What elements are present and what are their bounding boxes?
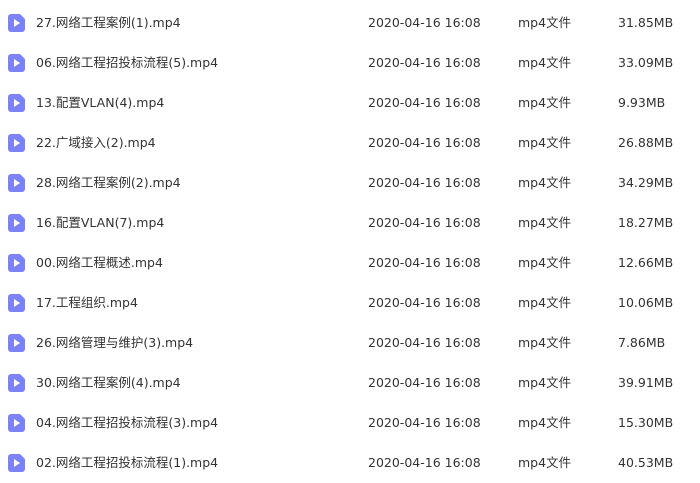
video-file-icon xyxy=(8,334,25,352)
video-file-icon xyxy=(8,214,25,232)
video-file-icon xyxy=(8,94,25,112)
video-file-icon xyxy=(8,254,25,272)
file-name[interactable]: 16.配置VLAN(7).mp4 xyxy=(36,203,164,243)
file-row[interactable]: 27.网络工程案例(1).mp4 2020-04-16 16:08 mp4文件 … xyxy=(0,3,700,43)
file-type: mp4文件 xyxy=(518,215,572,230)
file-size: 33.09MB xyxy=(618,55,674,70)
file-size: 9.93MB xyxy=(618,95,666,110)
file-row[interactable]: 22.广域接入(2).mp4 2020-04-16 16:08 mp4文件 26… xyxy=(0,123,700,163)
file-modified-date: 2020-04-16 16:08 xyxy=(368,335,481,350)
file-modified-date: 2020-04-16 16:08 xyxy=(368,295,481,310)
file-name[interactable]: 04.网络工程招投标流程(3).mp4 xyxy=(36,403,218,443)
file-size: 18.27MB xyxy=(618,215,674,230)
file-size: 40.53MB xyxy=(618,455,674,470)
file-name[interactable]: 00.网络工程概述.mp4 xyxy=(36,243,163,283)
file-list: 27.网络工程案例(1).mp4 2020-04-16 16:08 mp4文件 … xyxy=(0,3,700,483)
file-name[interactable]: 13.配置VLAN(4).mp4 xyxy=(36,83,164,123)
file-modified-date: 2020-04-16 16:08 xyxy=(368,455,481,470)
file-row[interactable]: 16.配置VLAN(7).mp4 2020-04-16 16:08 mp4文件 … xyxy=(0,203,700,243)
file-modified-date: 2020-04-16 16:08 xyxy=(368,15,481,30)
file-row[interactable]: 17.工程组织.mp4 2020-04-16 16:08 mp4文件 10.06… xyxy=(0,283,700,323)
video-file-icon xyxy=(8,14,25,32)
file-modified-date: 2020-04-16 16:08 xyxy=(368,375,481,390)
file-type: mp4文件 xyxy=(518,335,572,350)
file-row[interactable]: 26.网络管理与维护(3).mp4 2020-04-16 16:08 mp4文件… xyxy=(0,323,700,363)
file-modified-date: 2020-04-16 16:08 xyxy=(368,255,481,270)
file-size: 15.30MB xyxy=(618,415,674,430)
file-row[interactable]: 30.网络工程案例(4).mp4 2020-04-16 16:08 mp4文件 … xyxy=(0,363,700,403)
file-size: 12.66MB xyxy=(618,255,674,270)
file-type: mp4文件 xyxy=(518,175,572,190)
video-file-icon xyxy=(8,414,25,432)
file-size: 26.88MB xyxy=(618,135,674,150)
file-name[interactable]: 27.网络工程案例(1).mp4 xyxy=(36,3,181,43)
video-file-icon xyxy=(8,134,25,152)
file-type: mp4文件 xyxy=(518,415,572,430)
file-row[interactable]: 00.网络工程概述.mp4 2020-04-16 16:08 mp4文件 12.… xyxy=(0,243,700,283)
file-modified-date: 2020-04-16 16:08 xyxy=(368,415,481,430)
video-file-icon xyxy=(8,374,25,392)
file-row[interactable]: 06.网络工程招投标流程(5).mp4 2020-04-16 16:08 mp4… xyxy=(0,43,700,83)
file-type: mp4文件 xyxy=(518,455,572,470)
file-modified-date: 2020-04-16 16:08 xyxy=(368,95,481,110)
file-type: mp4文件 xyxy=(518,375,572,390)
file-size: 7.86MB xyxy=(618,335,666,350)
file-type: mp4文件 xyxy=(518,255,572,270)
file-name[interactable]: 02.网络工程招投标流程(1).mp4 xyxy=(36,443,218,483)
file-name[interactable]: 06.网络工程招投标流程(5).mp4 xyxy=(36,43,218,83)
file-type: mp4文件 xyxy=(518,295,572,310)
file-name[interactable]: 26.网络管理与维护(3).mp4 xyxy=(36,323,193,363)
file-modified-date: 2020-04-16 16:08 xyxy=(368,175,481,190)
file-size: 39.91MB xyxy=(618,375,674,390)
file-name[interactable]: 17.工程组织.mp4 xyxy=(36,283,138,323)
video-file-icon xyxy=(8,294,25,312)
file-row[interactable]: 28.网络工程案例(2).mp4 2020-04-16 16:08 mp4文件 … xyxy=(0,163,700,203)
file-type: mp4文件 xyxy=(518,15,572,30)
file-type: mp4文件 xyxy=(518,55,572,70)
file-size: 31.85MB xyxy=(618,15,674,30)
file-type: mp4文件 xyxy=(518,135,572,150)
file-name[interactable]: 28.网络工程案例(2).mp4 xyxy=(36,163,181,203)
file-row[interactable]: 04.网络工程招投标流程(3).mp4 2020-04-16 16:08 mp4… xyxy=(0,403,700,443)
file-type: mp4文件 xyxy=(518,95,572,110)
file-name[interactable]: 22.广域接入(2).mp4 xyxy=(36,123,156,163)
file-row[interactable]: 13.配置VLAN(4).mp4 2020-04-16 16:08 mp4文件 … xyxy=(0,83,700,123)
file-row[interactable]: 02.网络工程招投标流程(1).mp4 2020-04-16 16:08 mp4… xyxy=(0,443,700,483)
file-modified-date: 2020-04-16 16:08 xyxy=(368,215,481,230)
video-file-icon xyxy=(8,54,25,72)
video-file-icon xyxy=(8,454,25,472)
file-size: 34.29MB xyxy=(618,175,674,190)
file-name[interactable]: 30.网络工程案例(4).mp4 xyxy=(36,363,181,403)
video-file-icon xyxy=(8,174,25,192)
file-size: 10.06MB xyxy=(618,295,674,310)
file-modified-date: 2020-04-16 16:08 xyxy=(368,135,481,150)
file-modified-date: 2020-04-16 16:08 xyxy=(368,55,481,70)
